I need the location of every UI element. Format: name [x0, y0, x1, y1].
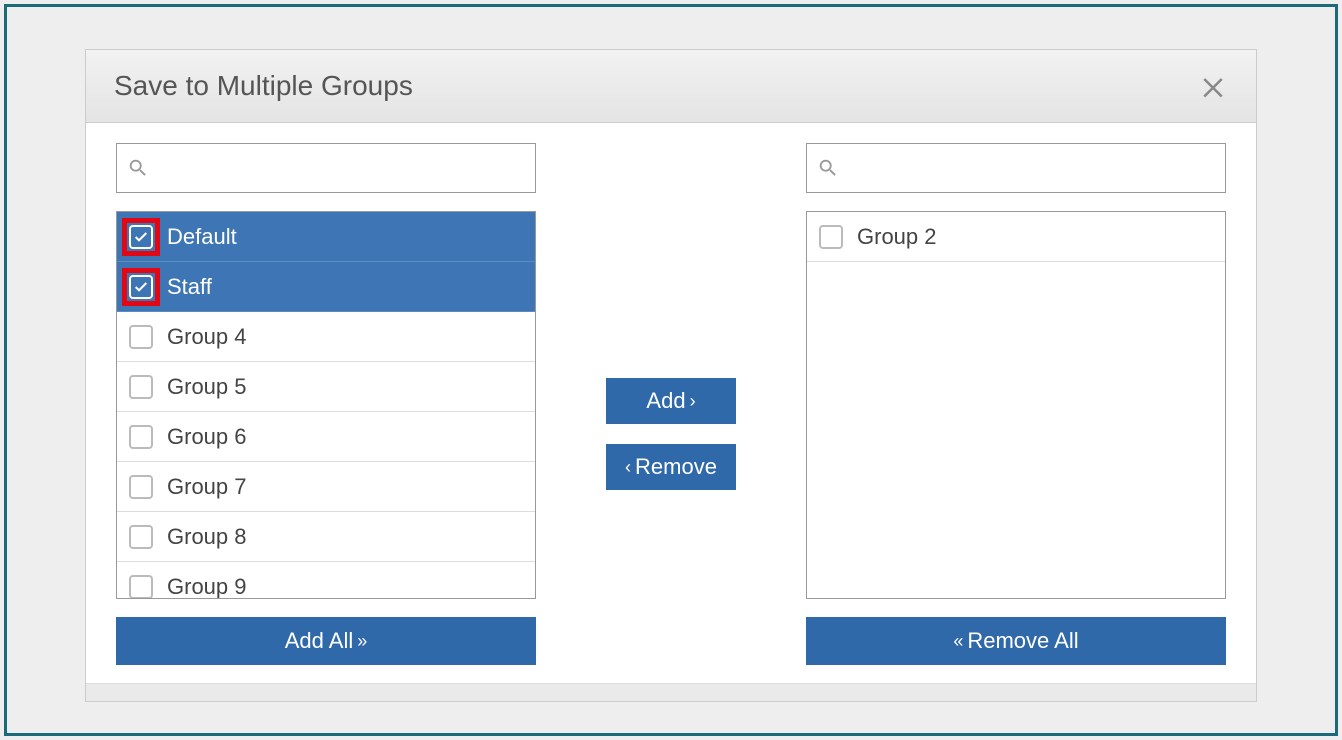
list-item-label: Group 7: [167, 474, 247, 500]
checkbox[interactable]: [129, 325, 153, 349]
selected-groups-list[interactable]: Group 2: [806, 211, 1226, 599]
dialog-header: Save to Multiple Groups: [86, 50, 1256, 123]
checkbox[interactable]: [129, 525, 153, 549]
checkbox-wrap[interactable]: [817, 223, 845, 251]
checkbox[interactable]: [129, 225, 153, 249]
checkbox-wrap[interactable]: [127, 473, 155, 501]
dialog-title: Save to Multiple Groups: [114, 70, 413, 102]
list-item[interactable]: Group 9: [117, 562, 535, 599]
remove-all-label: Remove All: [967, 628, 1078, 654]
available-groups-column: Default Staff Group 4 Group 5 Group 6 Group 7…: [116, 143, 536, 665]
selected-search-box[interactable]: [806, 143, 1226, 193]
dialog-footer-strip: [86, 683, 1256, 701]
add-all-button[interactable]: Add All »: [116, 617, 536, 665]
checkbox[interactable]: [129, 275, 153, 299]
remove-label: Remove: [635, 454, 717, 480]
checkbox-wrap[interactable]: [127, 323, 155, 351]
checkbox-wrap[interactable]: [127, 573, 155, 600]
search-icon: [127, 157, 149, 179]
list-item-label: Group 9: [167, 574, 247, 600]
list-item[interactable]: Group 6: [117, 412, 535, 462]
add-label: Add: [646, 388, 685, 414]
list-item-label: Default: [167, 224, 237, 250]
list-item[interactable]: Group 7: [117, 462, 535, 512]
checkbox[interactable]: [129, 475, 153, 499]
checkbox-wrap[interactable]: [127, 223, 155, 251]
add-button[interactable]: Add ›: [606, 378, 736, 424]
double-chevron-left-icon: «: [953, 631, 963, 652]
list-item[interactable]: Default: [117, 212, 535, 262]
remove-button[interactable]: ‹ Remove: [606, 444, 736, 490]
list-item-label: Group 6: [167, 424, 247, 450]
checkbox-wrap[interactable]: [127, 423, 155, 451]
chevron-left-icon: ‹: [625, 457, 631, 478]
checkbox[interactable]: [819, 225, 843, 249]
available-search-box[interactable]: [116, 143, 536, 193]
list-item-label: Group 4: [167, 324, 247, 350]
checkbox-wrap[interactable]: [127, 273, 155, 301]
list-item-label: Staff: [167, 274, 212, 300]
available-groups-list[interactable]: Default Staff Group 4 Group 5 Group 6 Group 7…: [116, 211, 536, 599]
list-item[interactable]: Staff: [117, 262, 535, 312]
list-item[interactable]: Group 5: [117, 362, 535, 412]
selected-groups-column: Group 2 « Remove All: [806, 143, 1226, 665]
app-frame: Save to Multiple Groups Default Staff Grou…: [4, 4, 1338, 736]
selected-search-input[interactable]: [839, 157, 1215, 180]
list-item[interactable]: Group 8: [117, 512, 535, 562]
list-item[interactable]: Group 4: [117, 312, 535, 362]
checkbox[interactable]: [129, 575, 153, 599]
list-item-label: Group 8: [167, 524, 247, 550]
list-item-label: Group 5: [167, 374, 247, 400]
list-item[interactable]: Group 2: [807, 212, 1225, 262]
search-icon: [817, 157, 839, 179]
checkbox[interactable]: [129, 375, 153, 399]
checkbox-wrap[interactable]: [127, 523, 155, 551]
add-all-label: Add All: [285, 628, 354, 654]
transfer-buttons: Add › ‹ Remove: [576, 203, 766, 665]
dialog-body: Default Staff Group 4 Group 5 Group 6 Group 7…: [86, 123, 1256, 665]
double-chevron-right-icon: »: [357, 631, 367, 652]
list-item-label: Group 2: [857, 224, 937, 250]
checkbox-wrap[interactable]: [127, 373, 155, 401]
checkbox[interactable]: [129, 425, 153, 449]
chevron-right-icon: ›: [690, 391, 696, 412]
save-to-groups-dialog: Save to Multiple Groups Default Staff Grou…: [85, 49, 1257, 702]
close-icon[interactable]: [1198, 71, 1228, 101]
available-search-input[interactable]: [149, 157, 525, 180]
remove-all-button[interactable]: « Remove All: [806, 617, 1226, 665]
